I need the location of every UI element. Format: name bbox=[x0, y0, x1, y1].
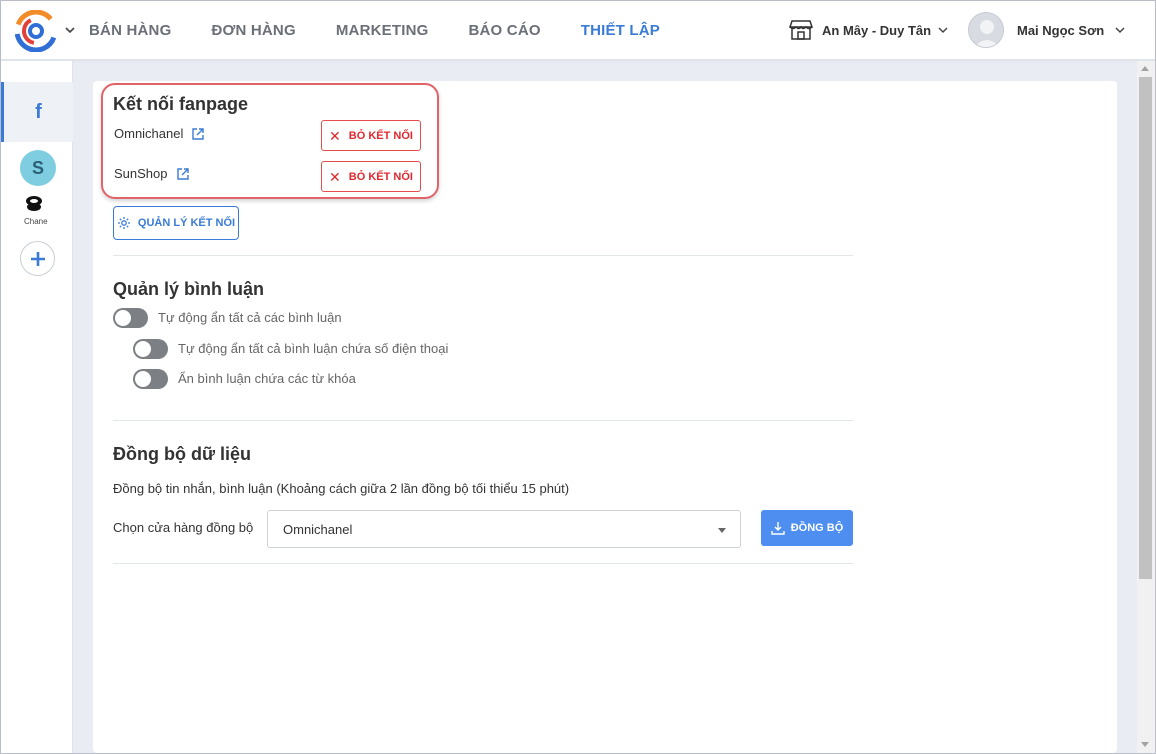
store-name: An Mây - Duy Tân bbox=[822, 22, 932, 38]
external-link-icon[interactable] bbox=[191, 127, 205, 141]
sync-store-label: Chọn cửa hàng đồng bộ bbox=[113, 520, 254, 535]
app-logo-icon[interactable] bbox=[15, 10, 57, 52]
user-avatar-icon bbox=[974, 20, 1000, 47]
nav-marketing[interactable]: MARKETING bbox=[336, 22, 429, 39]
store-icon bbox=[788, 20, 814, 40]
vertical-scrollbar[interactable] bbox=[1137, 61, 1155, 753]
toggle-hide-all-comments[interactable] bbox=[113, 308, 148, 328]
toggle-label: Tự động ẩn tất cả các bình luận bbox=[158, 310, 342, 325]
disconnect-button[interactable]: ✕ BỎ KẾT NỐI bbox=[321, 120, 421, 151]
sync-store-select[interactable]: Omnichanel bbox=[267, 510, 741, 548]
main-nav: BÁN HÀNG ĐƠN HÀNG MARKETING BÁO CÁO THIẾ… bbox=[89, 1, 700, 60]
toggle-hide-keyword-comments[interactable] bbox=[133, 369, 168, 389]
scroll-thumb[interactable] bbox=[1139, 77, 1152, 579]
section-divider bbox=[113, 420, 853, 421]
toggle-label: Tự động ẩn tất cả bình luận chứa số điện… bbox=[178, 341, 449, 356]
avatar bbox=[968, 12, 1004, 48]
sync-button[interactable]: ĐỒNG BỘ bbox=[761, 510, 853, 546]
sync-description: Đồng bộ tin nhắn, bình luận (Khoảng cách… bbox=[113, 481, 570, 496]
external-link-icon[interactable] bbox=[176, 167, 190, 181]
chevron-down-icon bbox=[1115, 27, 1125, 34]
close-icon: ✕ bbox=[329, 127, 341, 144]
disconnect-label: BỎ KẾT NỐI bbox=[348, 170, 413, 183]
sync-section-title: Đồng bộ dữ liệu bbox=[113, 444, 252, 464]
top-navigation-bar: BÁN HÀNG ĐƠN HÀNG MARKETING BÁO CÁO THIẾ… bbox=[1, 1, 1155, 60]
sidebar-item-chanel[interactable]: Chane bbox=[19, 193, 57, 229]
shop-s-icon: S bbox=[31, 157, 44, 178]
scroll-down-arrow-icon[interactable] bbox=[1141, 742, 1149, 747]
manage-connections-button[interactable]: QUẢN LÝ KẾT NỐI bbox=[113, 206, 239, 240]
channel-sidebar: f S Chane bbox=[1, 61, 73, 753]
disconnect-label: BỎ KẾT NỐI bbox=[348, 129, 413, 142]
nav-bao-cao[interactable]: BÁO CÁO bbox=[468, 22, 540, 39]
store-selector[interactable]: An Mây - Duy Tân bbox=[788, 17, 949, 43]
section-divider bbox=[113, 563, 853, 564]
selected-store: Omnichanel bbox=[283, 522, 353, 537]
fanpage-section-title: Kết nối fanpage bbox=[113, 94, 249, 114]
sidebar-item-shop[interactable]: S bbox=[20, 150, 56, 186]
fanpage-row-sunshop: SunShop bbox=[114, 166, 190, 181]
nav-ban-hang[interactable]: BÁN HÀNG bbox=[89, 22, 171, 39]
close-icon: ✕ bbox=[329, 168, 341, 185]
gear-icon bbox=[117, 217, 130, 229]
scroll-up-arrow-icon[interactable] bbox=[1141, 66, 1149, 71]
add-channel-button[interactable] bbox=[20, 241, 55, 276]
disconnect-button[interactable]: ✕ BỎ KẾT NỐI bbox=[321, 161, 421, 192]
fanpage-row-omnichanel: Omnichanel bbox=[114, 126, 205, 141]
chanel-label: Chane bbox=[24, 217, 48, 226]
caret-down-icon bbox=[718, 528, 726, 533]
sidebar-item-facebook[interactable]: f bbox=[1, 82, 73, 142]
sync-button-label: ĐỒNG BỘ bbox=[790, 522, 844, 534]
user-menu[interactable]: Mai Ngọc Sơn bbox=[968, 11, 1126, 49]
toggle-label: Ẩn bình luận chứa các từ khóa bbox=[178, 371, 356, 386]
plus-icon bbox=[30, 251, 45, 266]
nav-don-hang[interactable]: ĐƠN HÀNG bbox=[211, 22, 295, 39]
toggle-hide-phone-comments[interactable] bbox=[133, 339, 168, 359]
chevron-down-icon bbox=[938, 27, 948, 34]
chevron-down-icon[interactable] bbox=[63, 23, 77, 37]
user-name: Mai Ngọc Sơn bbox=[1017, 22, 1105, 38]
section-divider bbox=[113, 255, 853, 256]
comments-section-title: Quản lý bình luận bbox=[113, 279, 265, 299]
facebook-icon: f bbox=[35, 100, 42, 123]
manage-connections-label: QUẢN LÝ KẾT NỐI bbox=[137, 217, 236, 229]
fanpage-name: SunShop bbox=[114, 166, 168, 181]
fanpage-name: Omnichanel bbox=[114, 126, 184, 141]
chanel-icon bbox=[26, 196, 42, 211]
download-icon bbox=[771, 522, 785, 535]
nav-thiet-lap[interactable]: THIẾT LẬP bbox=[581, 22, 660, 39]
